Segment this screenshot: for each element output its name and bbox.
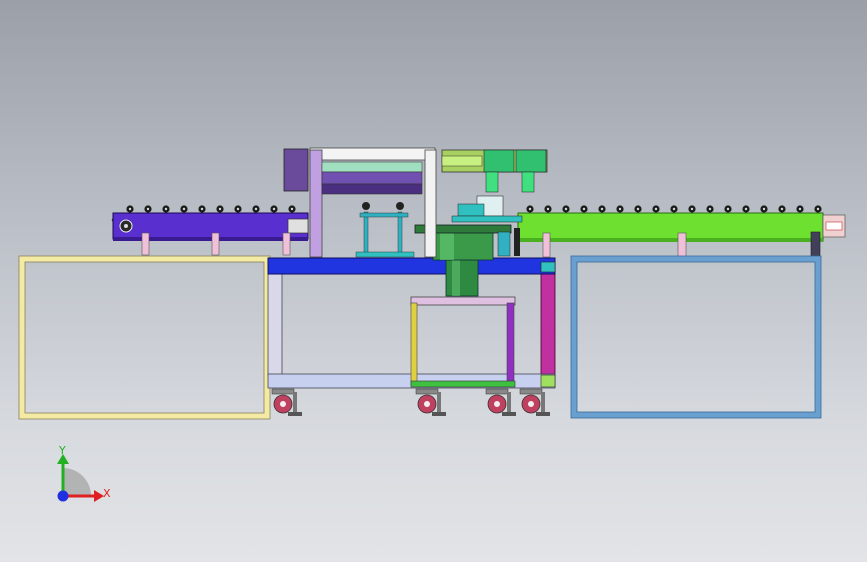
gantry-side-motor [283,148,309,192]
bowl-column [445,259,479,297]
caster-wheel-icon [271,388,302,416]
right-conveyor-belt [517,212,824,242]
fixture-post [397,211,403,257]
stand-left-leg [410,302,418,386]
stand-top [410,296,516,306]
table-right-post [540,259,556,376]
right-frame[interactable] [570,255,822,419]
left-conveyor-label-plate [287,218,309,234]
caster-wheels [271,388,550,416]
y-axis-label: Y [58,444,66,457]
gantry-carriage [321,171,423,185]
gantry-right-column [424,149,437,258]
left-conveyor-leg [211,232,220,256]
left-frame-outer [19,256,270,419]
gantry-top-beam [309,147,436,161]
right-conveyor[interactable] [517,205,846,258]
right-conveyor-leg [810,231,821,257]
z-axis-dot-icon [57,490,69,502]
left-conveyor-leg [141,232,150,256]
x-axis-label: X [103,487,111,500]
bowl-feeder-stand[interactable] [410,296,516,388]
stand-right-leg [506,302,515,386]
stand-base [410,380,516,388]
axis-triad: Y X [57,444,111,502]
right-conveyor-rail [518,238,823,242]
right-conveyor-rollers [526,205,822,213]
table-left-post [267,271,283,377]
right-frame-outer [571,256,821,418]
left-frame[interactable] [18,255,271,420]
caster-wheel-icon [415,388,446,416]
right-conveyor-leg [677,232,687,258]
gantry-slide [321,161,423,173]
gripper-carriage [515,149,547,173]
left-conveyor-rollers [126,205,296,213]
left-conveyor[interactable] [111,205,309,256]
gripper-carriage [483,149,515,173]
stopper [514,228,520,256]
table-top-beam [267,257,556,275]
caster-wheel-icon [485,388,516,416]
cad-viewport[interactable]: Y X [0,0,867,562]
machine-assembly-drawing: Y X [18,147,846,502]
caster-wheel-icon [519,388,550,416]
gantry-left-column [309,149,323,258]
fixture-post [363,211,369,257]
left-conveyor-leg [282,232,291,256]
right-conveyor-leg [542,232,551,258]
